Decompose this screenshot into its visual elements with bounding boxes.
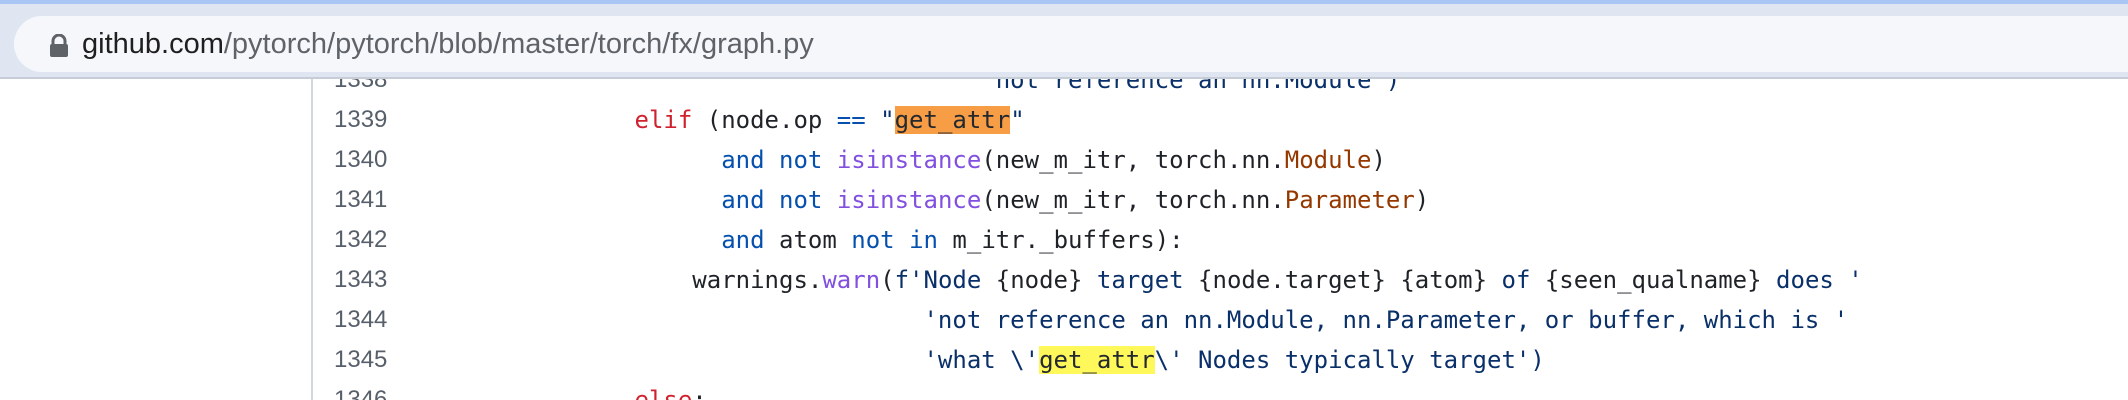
code-token: 'what \' (923, 346, 1040, 374)
code-text: 'not reference an nn.Module, nn.Paramete… (490, 300, 1848, 340)
line-number[interactable]: 1340 (334, 140, 387, 180)
code-token: not (851, 226, 895, 254)
line-number[interactable]: 1345 (334, 340, 387, 380)
code-token: : (692, 386, 707, 400)
code-token: (new_m_itr, torch.nn. (981, 146, 1285, 174)
code-token: Module (1284, 146, 1372, 174)
code-token: not (779, 146, 823, 174)
address-bar[interactable]: github.com/pytorch/pytorch/blob/master/t… (14, 16, 2128, 72)
code-token: " (1010, 106, 1025, 134)
code-text: 'not reference an nn.Module') (490, 79, 1400, 100)
code-text: warnings.warn(f'Node {node} target {node… (490, 260, 1863, 300)
code-token: {atom} (1400, 266, 1488, 294)
code-token: 'not reference an nn.Module, nn.Paramete… (923, 306, 1849, 334)
code-token: ) (1414, 186, 1430, 214)
browser-toolbar: github.com/pytorch/pytorch/blob/master/t… (0, 4, 2128, 78)
search-highlight: get_attr (1039, 346, 1155, 374)
line-number[interactable]: 1346 (334, 380, 387, 400)
code-text: and atom not in m_itr._buffers): (490, 220, 1184, 260)
code-token: (node.op (692, 106, 837, 134)
line-number[interactable]: 1341 (334, 180, 387, 220)
line-number[interactable]: 1342 (334, 220, 387, 260)
code-token: does ' (1761, 266, 1863, 294)
search-highlight: get_attr (894, 106, 1011, 134)
code-line: 1345 'what \'get_attr\' Nodes typically … (0, 340, 2128, 380)
code-line: 1344 'not reference an nn.Module, nn.Par… (0, 300, 2128, 340)
code-token: warnings. (692, 266, 823, 294)
code-token: isinstance (836, 186, 982, 214)
code-token: {seen_qualname} (1544, 266, 1762, 294)
code-token: and (721, 186, 765, 214)
code-line: 1342 and atom not in m_itr._buffers): (0, 220, 2128, 260)
code-token: target (1082, 266, 1199, 294)
code-token: and (721, 146, 765, 174)
code-text: and not isinstance(new_m_itr, torch.nn.M… (490, 140, 1386, 180)
code-token: m_itr._buffers): (937, 226, 1184, 254)
url-text[interactable]: github.com/pytorch/pytorch/blob/master/t… (82, 26, 814, 62)
code-token: {node.target} (1198, 266, 1386, 294)
code-line: 1340 and not isinstance(new_m_itr, torch… (0, 140, 2128, 180)
code-line: 1346 else: (0, 380, 2128, 400)
code-token: else (634, 386, 693, 400)
line-number[interactable]: 1339 (334, 100, 387, 140)
code-token: ( (880, 266, 895, 294)
code-token: f'Node (894, 266, 996, 294)
line-number[interactable]: 1338 (334, 79, 387, 100)
code-token: elif (634, 106, 693, 134)
code-line: 1338 'not reference an nn.Module') (0, 79, 2128, 100)
code-line: 1341 and not isinstance(new_m_itr, torch… (0, 180, 2128, 220)
code-text: and not isinstance(new_m_itr, torch.nn.P… (490, 180, 1429, 220)
code-token: 'not reference an nn.Module') (981, 79, 1401, 94)
code-token: isinstance (836, 146, 982, 174)
code-text: else: (490, 380, 707, 400)
code-token: not (779, 186, 823, 214)
code-viewer: 1338 'not reference an nn.Module') 1339 e… (0, 79, 2128, 400)
code-token: in (909, 226, 938, 254)
code-token: {node} (995, 266, 1083, 294)
code-line: 1339 elif (node.op == "get_attr" (0, 100, 2128, 140)
code-text: elif (node.op == "get_attr" (490, 100, 1025, 140)
code-text: 'what \'get_attr\' Nodes typically targe… (490, 340, 1545, 380)
code-token: and (721, 226, 765, 254)
line-number[interactable]: 1343 (334, 260, 387, 300)
code-token: atom (764, 226, 852, 254)
line-number[interactable]: 1344 (334, 300, 387, 340)
code-token: warn (822, 266, 881, 294)
url-host: github.com (82, 28, 224, 60)
code-token: " (865, 106, 895, 134)
code-line: 1343 warnings.warn(f'Node {node} target … (0, 260, 2128, 300)
code-token: == (836, 106, 866, 134)
code-token: \' Nodes typically target') (1154, 346, 1545, 374)
lock-icon[interactable] (48, 34, 70, 58)
url-path: /pytorch/pytorch/blob/master/torch/fx/gr… (223, 28, 814, 60)
code-token: Parameter (1284, 186, 1415, 214)
code-token: (new_m_itr, torch.nn. (981, 186, 1285, 214)
code-token: of (1487, 266, 1545, 294)
code-token: ) (1371, 146, 1386, 174)
